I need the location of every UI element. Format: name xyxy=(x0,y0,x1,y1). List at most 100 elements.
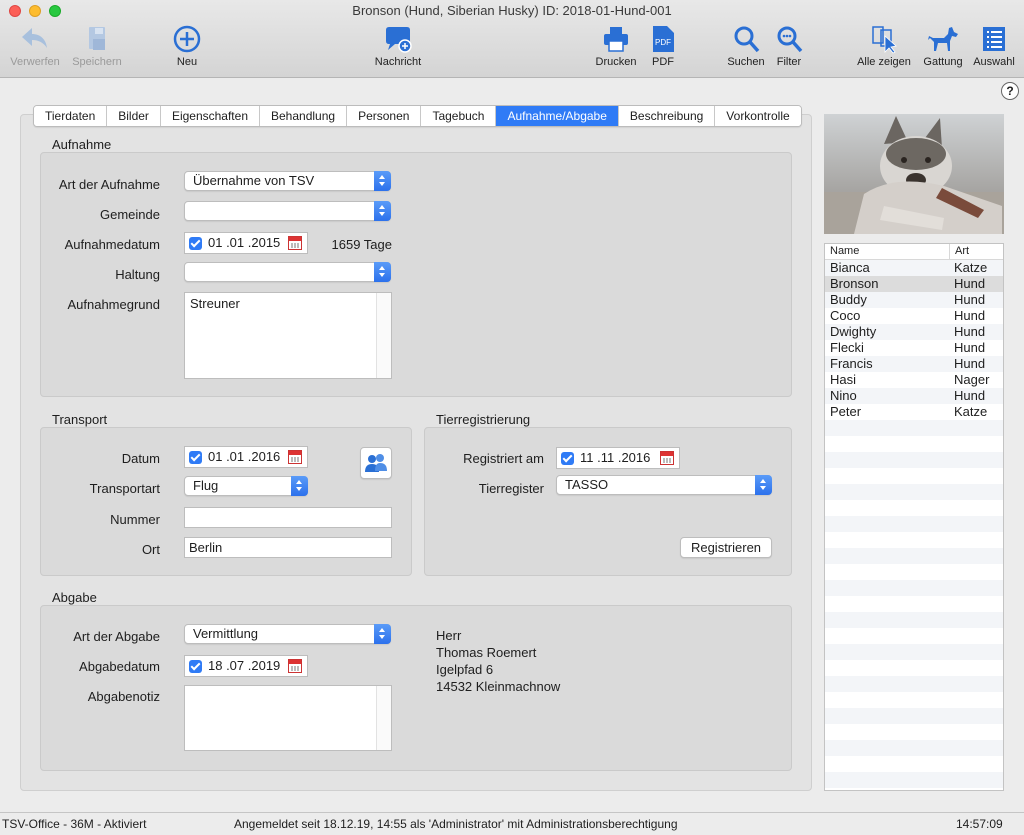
list-item xyxy=(825,516,1003,532)
filter-button[interactable]: Filter xyxy=(773,24,805,68)
list-item-species: Katze xyxy=(954,260,988,275)
registered-on-field[interactable]: 11 .11 .2016 xyxy=(556,447,680,469)
list-item[interactable]: Buddy Hund xyxy=(825,292,1003,308)
list-item-name: Bronson xyxy=(830,276,879,291)
intake-date-field[interactable]: 01 .01 .2015 xyxy=(184,232,308,254)
adopter-name: Thomas Roemert xyxy=(436,645,537,660)
transport-group-title: Transport xyxy=(52,412,108,427)
species-label: Gattung xyxy=(923,56,963,68)
print-button[interactable]: Drucken xyxy=(592,24,640,68)
pdf-document-icon: PDF xyxy=(653,26,674,52)
list-item[interactable]: Flecki Hund xyxy=(825,340,1003,356)
registered-on-checkbox[interactable] xyxy=(561,452,574,465)
number-input[interactable] xyxy=(184,507,392,528)
tab-tagebuch[interactable]: Tagebuch xyxy=(421,106,497,126)
search-icon xyxy=(734,26,760,53)
list-item[interactable]: Bianca Katze xyxy=(825,260,1003,276)
list-item[interactable]: Coco Hund xyxy=(825,308,1003,324)
handover-type-value: Vermittlung xyxy=(193,626,259,641)
handover-type-select[interactable]: Vermittlung xyxy=(184,624,391,644)
list-item xyxy=(825,660,1003,676)
column-header-art[interactable]: Art xyxy=(949,244,969,259)
transport-date-checkbox[interactable] xyxy=(189,451,202,464)
tab-personen[interactable]: Personen xyxy=(347,106,422,126)
new-button[interactable]: Neu xyxy=(168,24,206,68)
keeping-select[interactable] xyxy=(184,262,391,282)
tab-eigenschaften[interactable]: Eigenschaften xyxy=(160,106,260,126)
scrollbar[interactable] xyxy=(376,686,391,750)
app-window: Bronson (Hund, Siberian Husky) ID: 2018-… xyxy=(0,0,1024,835)
list-item[interactable]: Bronson Hund xyxy=(825,276,1003,292)
aufnahme-group-title: Aufnahme xyxy=(52,137,112,152)
handover-note-label: Abgabenotiz xyxy=(87,689,160,704)
handover-date-label: Abgabedatum xyxy=(79,659,160,674)
list-item xyxy=(825,468,1003,484)
list-item[interactable]: Nino Hund xyxy=(825,388,1003,404)
place-input[interactable]: Berlin xyxy=(184,537,392,558)
save-document-icon xyxy=(89,27,105,50)
list-item[interactable]: Francis Hund xyxy=(825,356,1003,372)
save-button[interactable]: Speichern xyxy=(68,24,126,68)
list-item xyxy=(825,708,1003,724)
scrollbar[interactable] xyxy=(376,293,391,378)
transport-date-field[interactable]: 01 .01 .2016 xyxy=(184,446,308,468)
handover-date-field[interactable]: 18 .07 .2019 xyxy=(184,655,308,677)
list-item xyxy=(825,740,1003,756)
species-button[interactable]: Gattung xyxy=(920,24,966,68)
calendar-icon[interactable] xyxy=(660,451,674,465)
tab-aufnahme-abgabe[interactable]: Aufnahme/Abgabe xyxy=(496,106,619,126)
intake-date-checkbox[interactable] xyxy=(189,237,202,250)
list-item[interactable]: Peter Katze xyxy=(825,404,1003,420)
list-item xyxy=(825,596,1003,612)
animal-list-header: Name Art xyxy=(825,244,1003,260)
calendar-icon[interactable] xyxy=(288,659,302,673)
list-item[interactable]: Hasi Nager xyxy=(825,372,1003,388)
list-item xyxy=(825,436,1003,452)
calendar-icon[interactable] xyxy=(288,450,302,464)
transport-type-select[interactable]: Flug xyxy=(184,476,308,496)
transport-date-value: 01 .01 .2016 xyxy=(208,449,281,464)
keeping-label: Haltung xyxy=(115,267,160,282)
intake-type-select[interactable]: Übernahme von TSV xyxy=(184,171,391,191)
animal-list-rows: Bianca Katze Bronson Hund Buddy Hund Coco Hund D… xyxy=(825,260,1003,788)
tab-vorkontrolle[interactable]: Vorkontrolle xyxy=(715,106,801,126)
title-bar: Bronson (Hund, Siberian Husky) ID: 2018-… xyxy=(0,0,1024,78)
help-button[interactable]: ? xyxy=(1001,82,1019,100)
list-item-name: Hasi xyxy=(830,372,857,387)
tab-bilder[interactable]: Bilder xyxy=(107,106,161,126)
message-label: Nachricht xyxy=(374,56,422,68)
municipality-select[interactable] xyxy=(184,201,391,221)
cursor-documents-icon xyxy=(872,26,897,54)
handover-note-textarea[interactable] xyxy=(184,685,392,751)
tab-behandlung[interactable]: Behandlung xyxy=(260,106,348,126)
transport-contacts-button[interactable] xyxy=(360,447,392,479)
discard-button[interactable]: Verwerfen xyxy=(6,24,64,68)
registry-select[interactable]: TASSO xyxy=(556,475,772,495)
pdf-button[interactable]: PDF PDF xyxy=(648,24,678,68)
selection-button[interactable]: Auswahl xyxy=(971,24,1017,68)
list-item-name: Francis xyxy=(830,356,873,371)
message-button[interactable]: Nachricht xyxy=(369,24,427,68)
tab-tierdaten[interactable]: Tierdaten xyxy=(34,106,108,126)
intake-reason-textarea[interactable]: Streuner xyxy=(184,292,392,379)
tab-beschreibung[interactable]: Beschreibung xyxy=(618,106,716,126)
handover-date-checkbox[interactable] xyxy=(189,660,202,673)
show-all-button[interactable]: Alle zeigen xyxy=(854,24,914,68)
list-item-name: Buddy xyxy=(830,292,867,307)
column-header-name[interactable]: Name xyxy=(830,244,859,259)
intake-date-value: 01 .01 .2015 xyxy=(208,235,281,250)
list-item[interactable]: Dwighty Hund xyxy=(825,324,1003,340)
print-label: Drucken xyxy=(595,56,637,68)
animal-photo xyxy=(824,114,1004,234)
number-label: Nummer xyxy=(110,512,160,527)
list-item-species: Hund xyxy=(954,292,986,307)
list-item xyxy=(825,724,1003,740)
intake-type-value: Übernahme von TSV xyxy=(193,173,315,188)
register-button[interactable]: Registrieren xyxy=(680,537,772,558)
adopter-city: 14532 Kleinmachnow xyxy=(436,679,561,694)
list-item xyxy=(825,772,1003,788)
status-time: 14:57:09 xyxy=(956,817,1003,831)
people-icon xyxy=(365,454,387,472)
search-button[interactable]: Suchen xyxy=(726,24,766,68)
municipality-label: Gemeinde xyxy=(100,207,160,222)
